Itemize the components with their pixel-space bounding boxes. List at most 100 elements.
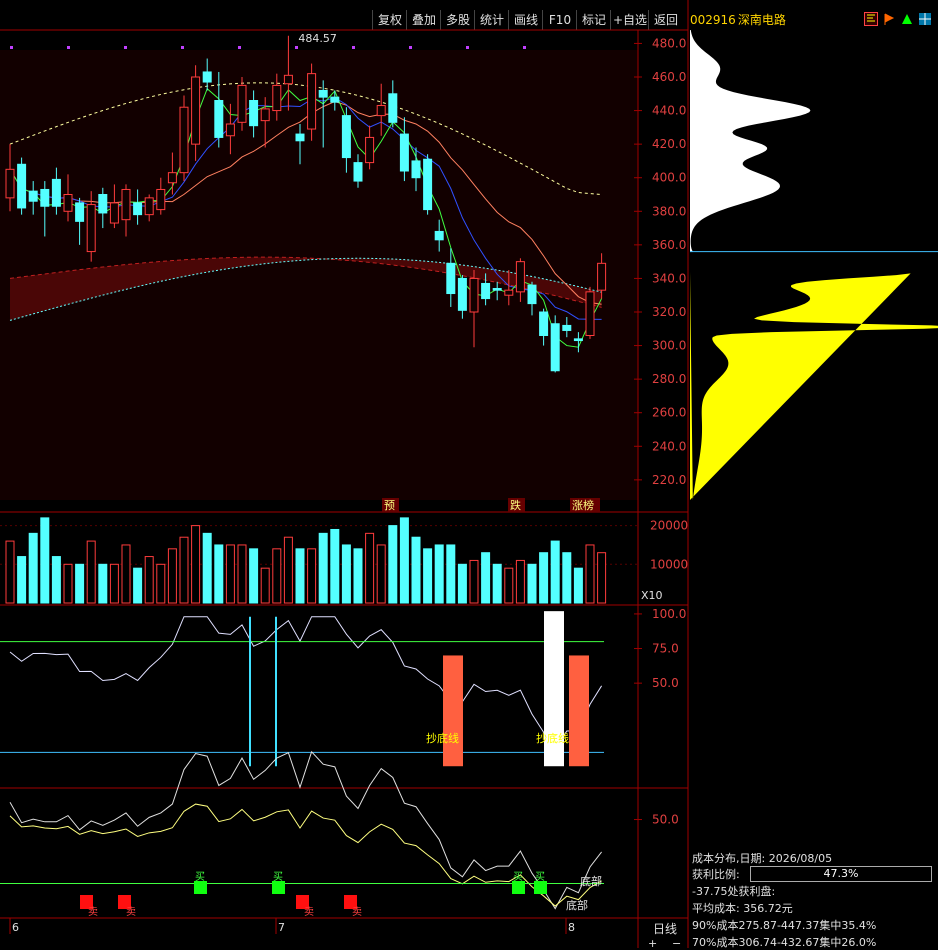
top-dot-0 [10,46,13,49]
event-tag-1: 跌 [510,498,521,512]
price-tick-label-10: 420.0 [652,137,686,151]
candle-body-0 [5,168,15,199]
ind2-buy-label-4: 买 [195,871,205,883]
ind1-label-0: 抄底线 [426,731,459,745]
volume-bar-47 [550,540,560,604]
top-dot-27 [523,46,526,49]
chip-title: 成本分布,日期: 2026/08/05 [692,852,833,865]
candle-body-14 [167,172,177,184]
volume-bar-31 [365,532,375,604]
candle-body-32 [376,105,386,117]
price-tick-label-9: 400.0 [652,171,686,185]
volume-bar-41 [481,552,491,604]
price-tick-label-6: 340.0 [652,271,686,285]
candle-body-45 [527,284,537,305]
candle-body-16 [191,76,201,145]
event-tag-2: 涨榜 [572,498,594,512]
candle-body-3 [40,188,50,207]
volume-bar-38 [446,544,456,604]
x-label-0: 6 [12,921,19,934]
volume-bar-45 [527,563,537,604]
volume-bar-15 [179,536,189,604]
volume-bar-20 [237,544,247,604]
volume-bar-6 [75,563,85,604]
ind2-sell-label-0: 卖 [88,906,98,918]
candle-body-13 [156,188,166,211]
period-tab[interactable]: 日线 [642,920,688,936]
volume-bar-46 [539,552,549,604]
vol-tick-label-1: 20000 [650,519,688,533]
candle-body-22 [260,108,270,122]
profit-ratio-value: 47.3% [823,867,859,880]
volume-bar-0 [5,540,15,604]
volume-bar-50 [585,544,595,604]
chip-profit-area [690,271,938,500]
ind1-tick-label-1: 75.0 [652,642,679,656]
profit-at: -37.75处获利盘: [692,885,776,898]
candle-body-21 [249,100,259,127]
candle-body-25 [295,133,305,142]
volume-bar-4 [51,556,61,604]
candle-body-6 [75,202,85,222]
candle-body-41 [481,282,491,300]
zoom-out-button[interactable]: − [672,937,681,950]
candle-body-1 [17,163,27,209]
volume-bar-24 [283,536,293,604]
candle-body-9 [109,202,119,224]
candle-36 [423,154,433,215]
volume-bar-51 [597,552,607,604]
candle-body-20 [237,84,247,123]
ind2-sell-label-2: 卖 [304,906,314,918]
candle-15 [179,95,189,182]
volume-bar-30 [353,548,363,604]
candle-body-48 [562,324,572,331]
volume-bar-21 [249,548,259,604]
candle-body-23 [272,84,282,112]
x-label-2: 8 [568,921,575,934]
volume-bar-40 [469,559,479,604]
event-tag-0: 预 [384,499,395,512]
volume-bar-43 [504,567,514,604]
candle-body-17 [202,71,212,83]
candle-body-7 [86,204,96,253]
candle-body-38 [446,262,456,295]
volume-bar-14 [167,548,177,604]
candle-body-49 [573,338,583,342]
top-dot-24 [466,46,469,49]
candle-body-4 [51,178,61,207]
vol-tick-label-0: 10000 [650,557,688,571]
price-tick-label-3: 280.0 [652,372,686,386]
candle-body-40 [469,277,479,313]
candle-26 [307,63,317,141]
volume-bar-34 [399,517,409,604]
ind2-buy-label-5: 买 [273,871,283,883]
price-tick-label-11: 440.0 [652,104,686,118]
volume-bar-5 [63,563,73,604]
vol-unit-label: X10 [641,589,663,602]
volume-bar-42 [492,563,502,604]
candle-body-8 [98,194,108,214]
ind2-sell-label-3: 卖 [352,906,362,918]
volume-bar-44 [515,559,525,604]
zoom-controls: + − [642,937,688,950]
candle-50 [585,286,595,339]
zoom-in-button[interactable]: + [648,937,657,950]
volume-bar-35 [411,536,421,604]
price-tick-label-4: 300.0 [652,339,686,353]
candle-body-27 [318,89,328,98]
candle-body-19 [225,123,235,137]
candle-47 [550,315,560,373]
volume-bar-13 [156,563,166,604]
ind2-bottom-label-9: 底部 [566,898,588,912]
stock-chart[interactable]: 220.0 240.0 260.0 280.0 300.0 320.0 340.0 360.0… [0,0,938,948]
volume-bar-8 [98,563,108,604]
candle-body-29 [341,115,351,159]
candle-body-30 [353,162,363,182]
candle-body-50 [585,291,595,337]
ind2-sell-label-1: 卖 [126,906,136,918]
price-tick-label-5: 320.0 [652,305,686,319]
candle-body-12 [144,197,154,216]
volume-bar-36 [423,548,433,604]
profit-label: 获利比例: [692,868,740,881]
candle-body-35 [411,160,421,179]
